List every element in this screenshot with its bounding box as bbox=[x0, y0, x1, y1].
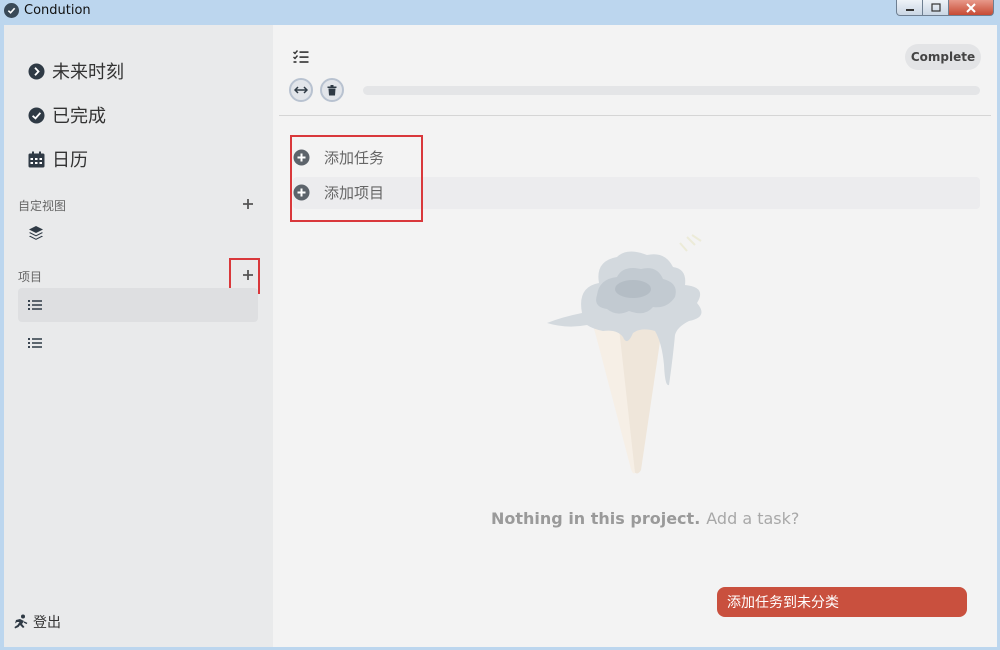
minimize-button[interactable] bbox=[896, 0, 923, 16]
custom-view-item[interactable] bbox=[18, 216, 258, 250]
check-circle-icon bbox=[28, 107, 45, 124]
complete-button[interactable]: Complete bbox=[905, 44, 981, 70]
empty-state-message: Nothing in this project. Add a task? bbox=[491, 509, 799, 528]
app-icon bbox=[4, 3, 19, 18]
close-button[interactable] bbox=[949, 0, 994, 16]
expand-button[interactable] bbox=[289, 78, 313, 102]
sidebar-item-calendar[interactable]: 日历 bbox=[28, 145, 88, 173]
title-bar: Condution bbox=[0, 0, 1000, 24]
delete-button[interactable] bbox=[320, 78, 344, 102]
minimize-icon bbox=[905, 8, 914, 11]
main-panel: Complete 添加任务 添加项目 Nothing in this proje… bbox=[273, 25, 997, 647]
app-window: Condution 未来时刻 已完成 日历 自定视图 项目 登出 Complet… bbox=[0, 0, 1000, 650]
empty-message-text: Nothing in this project. bbox=[491, 509, 701, 528]
list-icon bbox=[28, 338, 42, 348]
sidebar-item-label: 已完成 bbox=[52, 106, 106, 127]
highlight-box-add-actions bbox=[290, 135, 423, 222]
melted-ice-cream-illustration bbox=[547, 234, 702, 474]
window-controls bbox=[896, 0, 994, 16]
add-custom-view-button[interactable] bbox=[240, 196, 256, 212]
calendar-icon bbox=[28, 151, 45, 168]
close-icon bbox=[966, 2, 976, 13]
logout-icon bbox=[14, 614, 28, 628]
logout-label: 登出 bbox=[33, 615, 61, 631]
header-divider bbox=[279, 115, 991, 116]
logout-button[interactable]: 登出 bbox=[12, 612, 61, 632]
custom-views-title: 自定视图 bbox=[18, 199, 67, 213]
plus-icon bbox=[243, 199, 253, 209]
maximize-icon bbox=[930, 3, 941, 12]
tasklist-icon bbox=[293, 50, 309, 63]
layers-icon bbox=[29, 226, 43, 240]
sidebar-item-upcoming[interactable]: 未来时刻 bbox=[28, 57, 124, 85]
add-task-link[interactable]: Add a task? bbox=[706, 509, 799, 528]
project-item[interactable] bbox=[18, 288, 258, 322]
sidebar-item-completed[interactable]: 已完成 bbox=[28, 101, 106, 129]
progress-bar bbox=[363, 86, 980, 95]
add-task-to-unsorted-button[interactable]: 添加任务到未分类 bbox=[717, 587, 967, 617]
sidebar-item-label: 未来时刻 bbox=[52, 62, 124, 83]
projects-title: 项目 bbox=[18, 270, 43, 284]
sidebar-item-label: 日历 bbox=[52, 150, 88, 171]
project-item[interactable] bbox=[18, 326, 258, 360]
window-title: Condution bbox=[24, 3, 91, 18]
arrows-horizontal-icon bbox=[294, 86, 308, 94]
chevron-right-circle-icon bbox=[28, 63, 45, 80]
trash-icon bbox=[327, 84, 337, 95]
sidebar: 未来时刻 已完成 日历 自定视图 项目 登出 bbox=[4, 25, 273, 647]
list-icon bbox=[28, 300, 42, 310]
maximize-button[interactable] bbox=[923, 0, 949, 16]
app-client: 未来时刻 已完成 日历 自定视图 项目 登出 Complete 添加任务 添加项… bbox=[4, 25, 997, 647]
